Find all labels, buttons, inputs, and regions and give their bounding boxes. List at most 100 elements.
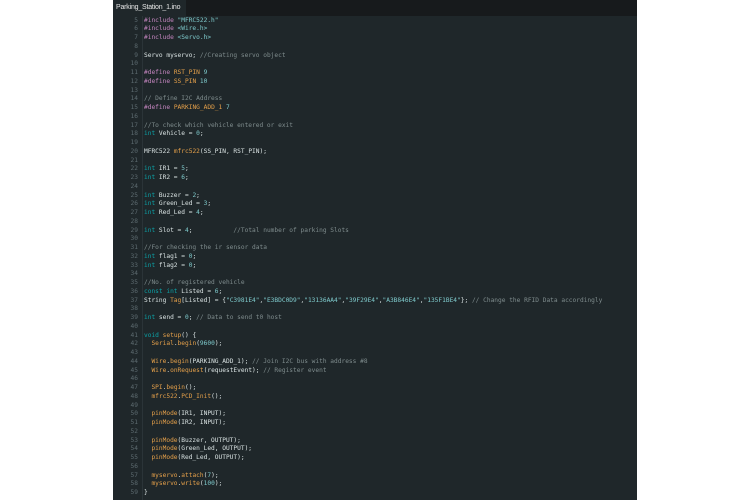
code-line[interactable]: 15 #define PARKING_ADD_1 7 [113, 104, 637, 113]
code-token-txt: () { [181, 331, 197, 339]
code-line[interactable]: 43 [113, 349, 637, 358]
code-token-kw: int [144, 130, 159, 138]
code-line[interactable]: 25 int Buzzer = 2; [113, 192, 637, 201]
code-line[interactable]: 36 const int Listed = 6; [113, 288, 637, 297]
code-line[interactable]: 32 int flag1 = 0; [113, 253, 637, 262]
code-line[interactable]: 51 pinMode(IR2, INPUT); [113, 419, 637, 428]
code-token-pp: #define [144, 77, 174, 85]
line-number: 19 [130, 139, 138, 146]
code-line[interactable]: 52 [113, 428, 637, 437]
code-line[interactable]: 11 #define RST_PIN 9 [113, 69, 637, 78]
line-number: 31 [130, 244, 138, 251]
code-line[interactable]: 59} [113, 489, 637, 498]
line-number: 21 [130, 156, 138, 164]
code-line[interactable]: 42 Serial.begin(9600); [113, 340, 637, 349]
code-token-txt: ; [196, 191, 200, 199]
code-token-txt: ; [185, 174, 189, 181]
line-number: 13 [130, 86, 138, 94]
code-token-cm: //Total number of parking Slots [233, 226, 349, 234]
line-number: 46 [130, 375, 138, 383]
code-line[interactable]: 10 [113, 60, 637, 69]
code-line[interactable]: 30 [113, 235, 637, 244]
code-token-txt: ; [218, 287, 223, 295]
line-number: 38 [130, 305, 138, 313]
file-tab[interactable]: Parking_Station_1.ino [113, 0, 187, 16]
code-token-txt: (Red_Led, OUTPUT); [177, 454, 245, 461]
code-line[interactable]: 44 Wire.begin(PARKING_ADD_1); // Join I2… [113, 358, 637, 367]
code-line[interactable]: 49 [113, 402, 637, 411]
line-number: 14 [130, 95, 138, 103]
code-line[interactable]: 58 myservo.write(100); [113, 480, 637, 489]
code-line[interactable]: 17 //To check which vehicle entered or ex… [113, 122, 637, 131]
code-token-fn: pinMode [144, 419, 178, 426]
line-number: 25 [130, 191, 138, 199]
code-line[interactable]: 54 pinMode(Green_Led, OUTPUT); [113, 445, 637, 454]
code-line[interactable]: 12 #define SS_PIN 10 [113, 78, 637, 87]
code-line[interactable]: 6 #include <Wire.h> [113, 25, 637, 34]
code-line[interactable]: 20 MFRC522 mfrc522(SS_PIN, RST_PIN); [113, 148, 637, 157]
code-token-fn: SS_PIN [173, 77, 200, 85]
code-line[interactable]: 48 mfrc522.PCD_Init(); [113, 393, 637, 402]
line-number: 56 [130, 462, 138, 470]
code-line[interactable]: 29 int Slot = 4; //Total number of parkin… [113, 227, 637, 236]
code-token-cm: // Register event [263, 366, 327, 374]
code-line[interactable]: 34 [113, 270, 637, 279]
code-token-txt: (SS_PIN, RST_PIN); [199, 147, 267, 155]
code-line[interactable]: 35 //No. of registered vehicle [113, 279, 637, 288]
code-line[interactable]: 27 int Red_Led = 4; [113, 209, 637, 218]
code-line[interactable]: 46 [113, 375, 637, 384]
code-token-pp: #include [144, 34, 178, 41]
code-line[interactable]: 55 pinMode(Red_Led, OUTPUT); [113, 454, 637, 463]
code-line[interactable]: 33 int flag2 = 0; [113, 262, 637, 271]
line-number: 17 [130, 121, 138, 129]
code-line[interactable]: 39 int send = 0; // Data to send t0 host [113, 314, 637, 323]
code-token-kw: int [144, 200, 159, 208]
code-token-fn: write [181, 480, 200, 488]
line-number: 27 [130, 209, 138, 216]
code-line[interactable]: 19 [113, 139, 637, 148]
code-token-str: "E3BDC0D9" [263, 296, 301, 304]
code-line[interactable]: 41 void setup() { [113, 332, 637, 341]
line-number: 59 [130, 489, 138, 496]
code-line[interactable]: 8 [113, 43, 637, 52]
code-editor[interactable]: Parking_Station_1.ino 5 #include "MFRC522… [113, 0, 637, 500]
line-number: 54 [130, 445, 138, 453]
code-line[interactable]: 7 #include <Servo.h> [113, 34, 637, 43]
code-line[interactable]: 38 [113, 305, 637, 314]
code-token-fn: myservo [144, 480, 178, 488]
code-line[interactable]: 21 [113, 157, 637, 166]
code-line[interactable]: 37 String Tag[Listed] = {"C3981E4","E3BDC… [113, 297, 637, 306]
code-line[interactable]: 5 #include "MFRC522.h" [113, 17, 637, 26]
code-token-txt: ; [199, 209, 204, 216]
code-line[interactable]: 22 int IR1 = 5; [113, 165, 637, 174]
line-number: 29 [130, 226, 138, 234]
line-number: 12 [130, 77, 138, 85]
code-token-txt: Servo myservo; [144, 51, 200, 59]
code-line[interactable]: 56 [113, 463, 637, 472]
code-line[interactable]: 18 int Vehicle = 0; [113, 130, 637, 139]
code-line[interactable]: 24 [113, 183, 637, 192]
code-line[interactable]: 16 [113, 113, 637, 122]
code-token-kw: int [144, 191, 159, 199]
code-token-txt: ; [188, 226, 234, 234]
code-line[interactable]: 13 [113, 87, 637, 96]
code-token-fn: mfrc522 [173, 147, 200, 155]
code-line[interactable]: 50 pinMode(IR1, INPUT); [113, 410, 637, 419]
code-area[interactable]: 5 #include "MFRC522.h" 6 #include <Wire.h> 7… [113, 17, 637, 498]
code-line[interactable]: 26 int Green_Led = 3; [113, 200, 637, 209]
code-line[interactable]: 9 Servo myservo; //Creating servo object [113, 52, 637, 61]
code-line[interactable]: 47 SPI.begin(); [113, 384, 637, 393]
code-token-txt: ); [211, 471, 219, 479]
line-number: 51 [130, 419, 138, 426]
code-line[interactable]: 40 [113, 323, 637, 332]
code-token-str: "MFRC522.h" [177, 16, 219, 24]
code-line[interactable]: 57 myservo.attach(7); [113, 472, 637, 481]
code-line[interactable]: 45 Wire.onRequest(requestEvent); // Regi… [113, 367, 637, 376]
code-line[interactable]: 14 // Define I2C Address [113, 95, 637, 104]
code-line[interactable]: 23 int IR2 = 6; [113, 174, 637, 183]
code-token-fn: myservo [144, 471, 178, 479]
code-line[interactable]: 28 [113, 218, 637, 227]
code-line[interactable]: 53 pinMode(Buzzer, OUTPUT); [113, 437, 637, 446]
code-line[interactable]: 31 //For checking the ir sensor data [113, 244, 637, 253]
code-token-txt: } [144, 489, 148, 496]
